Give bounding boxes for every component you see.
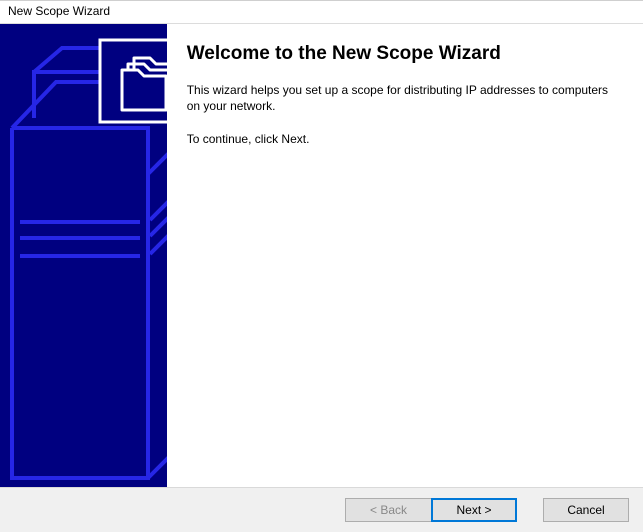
wizard-intro-text: This wizard helps you set up a scope for…	[187, 82, 619, 114]
wizard-footer: < Back Next > Cancel	[0, 487, 643, 532]
wizard-heading: Welcome to the New Scope Wizard	[187, 42, 619, 66]
wizard-content: Welcome to the New Scope Wizard This wiz…	[167, 24, 643, 487]
wizard-side-art	[0, 24, 167, 487]
next-button[interactable]: Next >	[431, 498, 517, 522]
nav-button-group: < Back Next >	[345, 498, 517, 522]
wizard-continue-hint: To continue, click Next.	[187, 131, 619, 147]
scope-server-art	[0, 24, 167, 484]
wizard-body: Welcome to the New Scope Wizard This wiz…	[0, 23, 643, 487]
wizard-window: New Scope Wizard	[0, 0, 643, 532]
window-title: New Scope Wizard	[0, 1, 643, 23]
back-button[interactable]: < Back	[345, 498, 431, 522]
cancel-button[interactable]: Cancel	[543, 498, 629, 522]
